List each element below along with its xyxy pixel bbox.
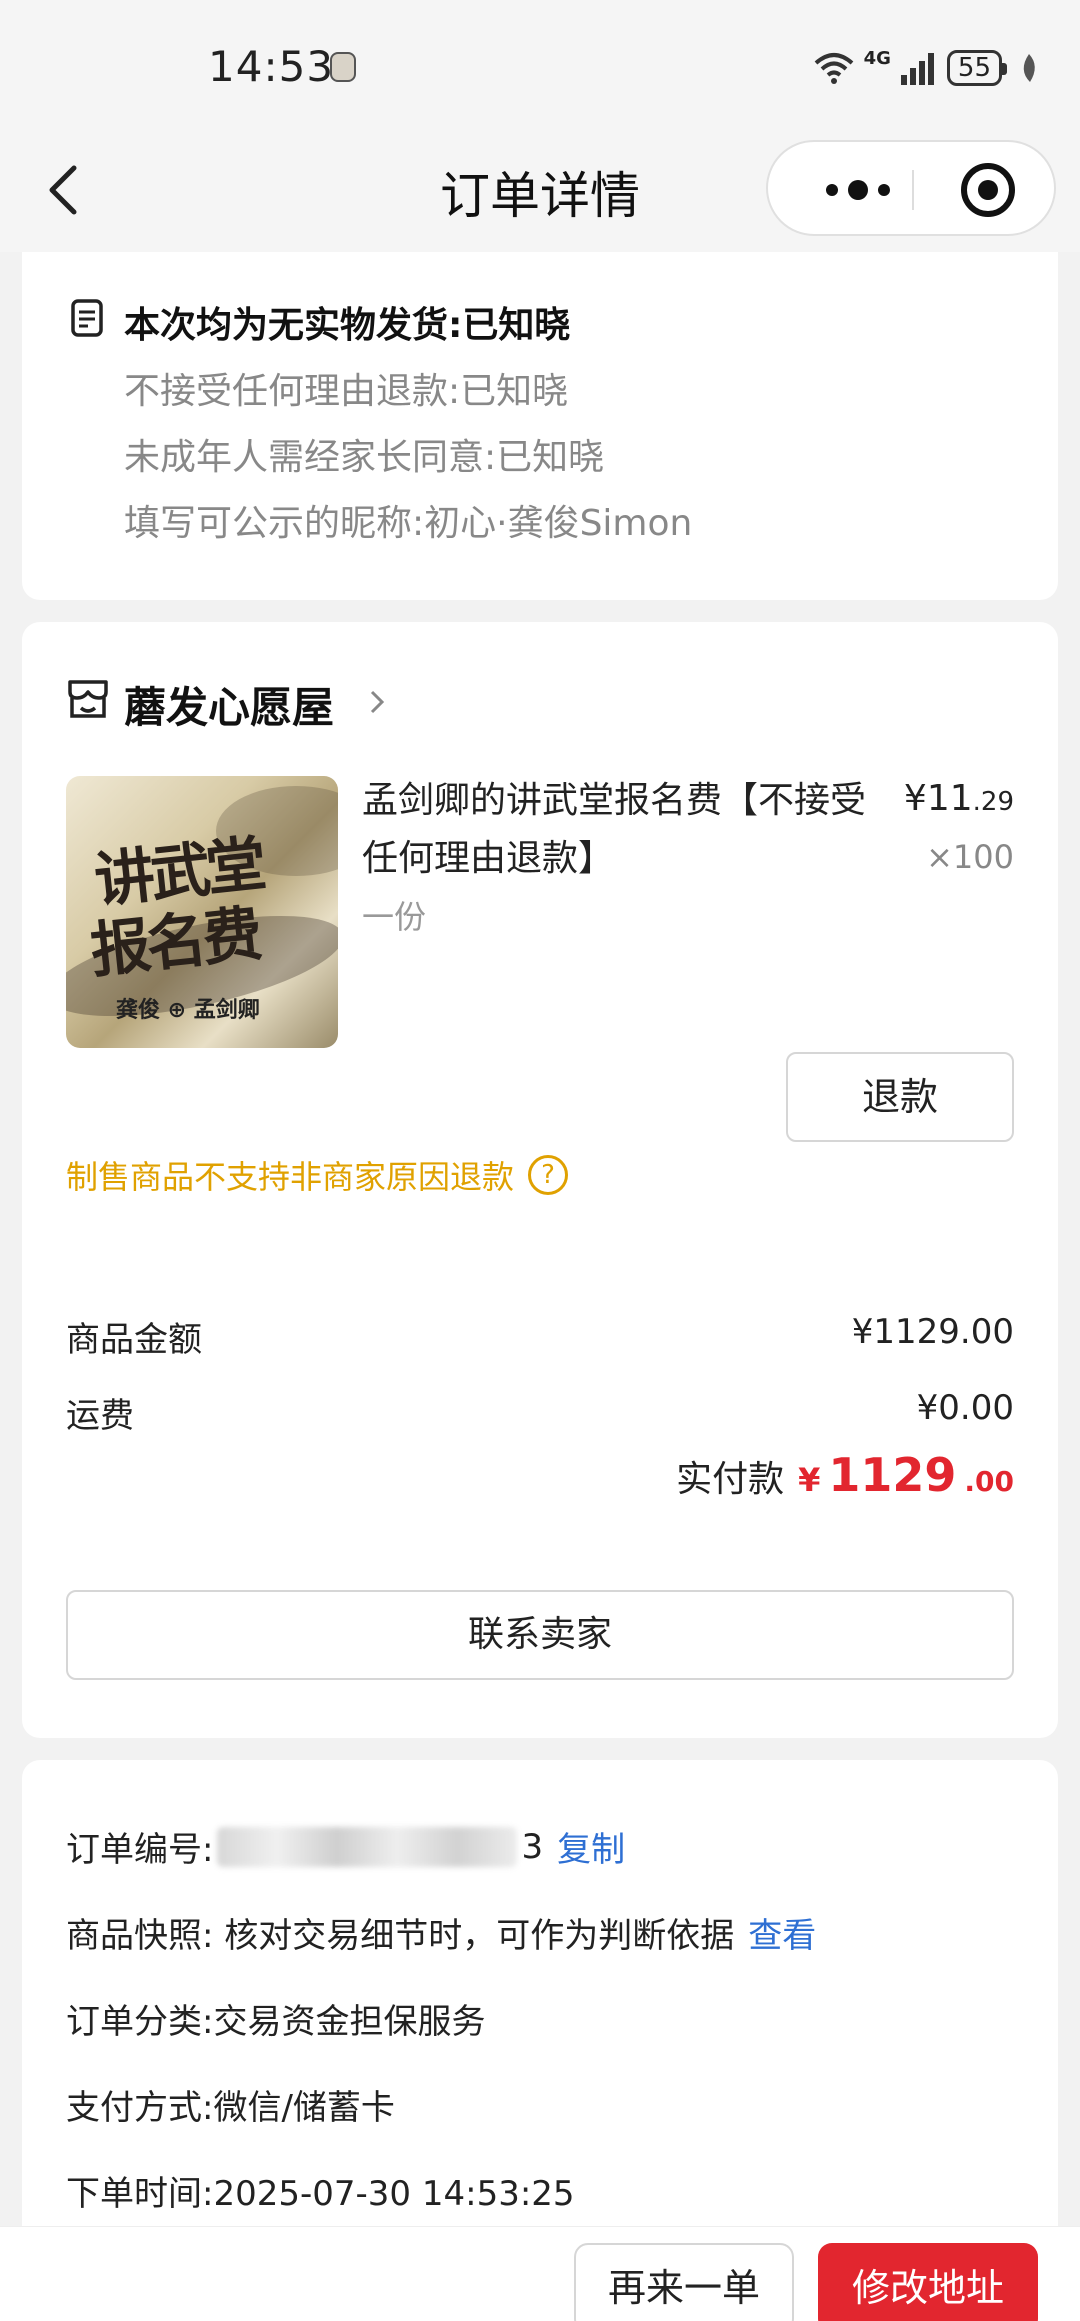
target-close-icon[interactable] — [938, 142, 1038, 238]
order-number-redacted — [217, 1826, 518, 1867]
paid-decimal: .00 — [964, 1465, 1014, 1498]
shipping-value: ¥0.00 — [916, 1388, 1014, 1428]
shipping-label: 运费 — [66, 1396, 134, 1436]
order-category: 订单分类:交易资金担保服务 — [66, 2002, 486, 2042]
view-snapshot-link[interactable]: 查看 — [748, 1908, 816, 1957]
paid-label: 实付款 — [676, 1459, 785, 1500]
mini-program-capsule — [766, 140, 1056, 236]
price-dec: .29 — [972, 787, 1014, 817]
product-price: ¥11.29 — [904, 778, 1014, 819]
payment-method: 支付方式:微信/储蓄卡 — [66, 2088, 395, 2128]
goods-amount-value: ¥1129.00 — [851, 1312, 1014, 1352]
note-line-nickname: 填写可公示的昵称:初心·龚俊Simon — [124, 503, 693, 544]
product-title[interactable]: 孟剑卿的讲武堂报名费【不接受任何理由退款】 — [362, 772, 882, 888]
capsule-divider — [912, 170, 914, 210]
product-image-text-2: 报名费 — [87, 899, 262, 987]
refund-warning-text: 制售商品不支持非商家原因退款 — [66, 1158, 515, 1196]
price-int: ¥11 — [903, 778, 973, 819]
copy-link[interactable]: 复制 — [557, 1822, 625, 1871]
goods-amount-label: 商品金额 — [66, 1320, 202, 1360]
product-image[interactable]: 讲武堂 报名费 龚俊 ⊕ 孟剑卿 — [66, 776, 338, 1048]
order-time: 下单时间:2025-07-30 14:53:25 — [66, 2174, 575, 2214]
paid-currency: ¥ — [798, 1461, 821, 1499]
wifi-icon — [814, 53, 853, 84]
status-bar: 14:53 4G 55 — [0, 0, 1080, 130]
bottom-action-bar: 再来一单 修改地址 — [0, 2226, 1080, 2321]
product-image-signature: 龚俊 ⊕ 孟剑卿 — [116, 998, 260, 1023]
more-dots-icon[interactable] — [808, 142, 918, 238]
order-number-row: 订单编号: 3 复制 — [66, 1822, 625, 1871]
note-line-minor: 未成年人需经家长同意:已知晓 — [124, 437, 605, 478]
notes-document-icon — [71, 299, 103, 337]
paid-integer: 1129 — [828, 1448, 957, 1502]
network-type: 4G — [863, 47, 891, 69]
system-icons: 4G 55 — [812, 48, 1040, 88]
shop-name[interactable]: 蘑发心愿屋 — [124, 674, 334, 735]
chevron-right-icon[interactable] — [362, 682, 392, 722]
nav-bar: 订单详情 — [0, 130, 1080, 252]
leaf-icon — [1023, 54, 1035, 82]
signal-icon — [900, 53, 934, 85]
shop-icon — [68, 680, 108, 718]
notification-avatar-icon — [330, 52, 356, 82]
paid-amount: 实付款 ¥ 1129 .00 — [676, 1448, 1014, 1502]
contact-seller-button[interactable]: 联系卖家 — [66, 1590, 1014, 1680]
reorder-button[interactable]: 再来一单 — [574, 2243, 794, 2321]
snapshot-text: 商品快照: 核对交易细节时，可作为判断依据 — [66, 1916, 735, 1956]
notes-card: 本次均为无实物发货:已知晓 不接受任何理由退款:已知晓 未成年人需经家长同意:已… — [22, 252, 1058, 600]
order-card: 蘑发心愿屋 讲武堂 报名费 龚俊 ⊕ 孟剑卿 孟剑卿的讲武堂报名费【不接受任何理… — [22, 622, 1058, 1738]
note-line-refund: 不接受任何理由退款:已知晓 — [124, 371, 569, 412]
battery-icon: 55 — [946, 50, 1008, 86]
refund-button[interactable]: 退款 — [786, 1052, 1014, 1142]
help-question-icon[interactable]: ? — [528, 1155, 569, 1195]
status-time: 14:53 — [208, 42, 335, 91]
order-number-label: 订单编号: — [66, 1830, 214, 1870]
product-quantity: ×100 — [926, 838, 1014, 876]
snapshot-row: 商品快照: 核对交易细节时，可作为判断依据 查看 — [66, 1908, 816, 1957]
note-line-shipping: 本次均为无实物发货:已知晓 — [124, 305, 571, 346]
modify-address-button[interactable]: 修改地址 — [818, 2243, 1038, 2321]
refund-warning: 制售商品不支持非商家原因退款 ? — [66, 1152, 569, 1198]
product-spec: 一份 — [362, 898, 427, 936]
order-number-tail: 3 — [521, 1826, 544, 1867]
